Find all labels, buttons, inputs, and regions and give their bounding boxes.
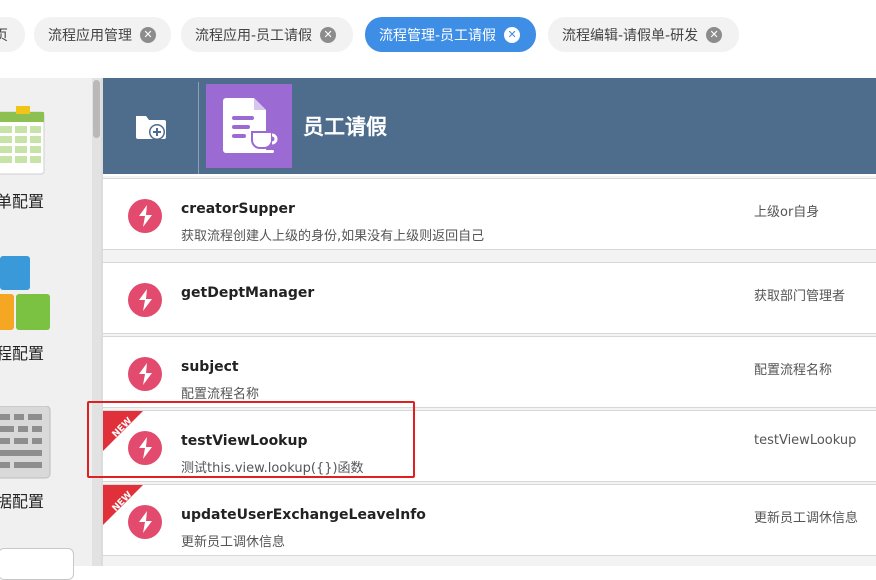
function-name: testViewLookup bbox=[181, 433, 308, 449]
tab-label: 流程编辑-请假单-研发 bbox=[562, 27, 699, 44]
sidebar-scrollbar[interactable] bbox=[92, 78, 101, 566]
keyboard-icon bbox=[0, 406, 51, 479]
tab-label: 流程管理-员工请假 bbox=[379, 27, 497, 44]
function-icon bbox=[128, 199, 162, 233]
function-label: testViewLookup bbox=[754, 433, 857, 448]
sidebar-item-form-config[interactable]: 单配置 bbox=[0, 98, 92, 218]
function-icon bbox=[128, 357, 162, 391]
blocks-icon bbox=[0, 256, 50, 330]
close-icon[interactable]: ✕ bbox=[320, 26, 337, 43]
function-label: 获取部门管理者 bbox=[754, 289, 846, 304]
function-list: creatorSupper 获取流程创建人上级的身份,如果没有上级则返回自己 上… bbox=[103, 176, 876, 566]
list-item[interactable]: NEW testViewLookup 测试this.view.lookup({}… bbox=[103, 410, 876, 482]
function-name: subject bbox=[181, 359, 239, 375]
close-icon[interactable]: ✕ bbox=[706, 26, 723, 43]
tab-label: 流程应用管理 bbox=[48, 27, 132, 44]
config-sidebar: 单配置 程配置 据配置 bbox=[0, 78, 92, 580]
header-separator bbox=[198, 82, 199, 174]
sidebar-item-process-config[interactable]: 程配置 bbox=[0, 248, 92, 368]
spreadsheet-icon bbox=[0, 106, 45, 175]
sidebar-card-partial[interactable] bbox=[0, 548, 74, 580]
close-icon[interactable]: ✕ bbox=[140, 26, 156, 43]
list-item[interactable]: NEW updateUserExchangeLeaveInfo 更新员工调休信息… bbox=[103, 484, 876, 556]
tab-process-app-management[interactable]: 流程应用管理 ✕ bbox=[34, 17, 171, 52]
function-label: 更新员工调休信息 bbox=[754, 511, 859, 526]
function-icon bbox=[128, 505, 162, 539]
scrollbar-thumb[interactable] bbox=[93, 80, 100, 138]
sidebar-item-label: 单配置 bbox=[0, 192, 45, 211]
function-description: 更新员工调休信息 bbox=[181, 535, 286, 550]
page-title: 员工请假 bbox=[303, 115, 387, 139]
function-label: 配置流程名称 bbox=[754, 363, 833, 378]
function-name: creatorSupper bbox=[181, 201, 295, 217]
add-folder-icon[interactable] bbox=[133, 108, 169, 144]
tab-bar: 页 流程应用管理 ✕ 流程应用-员工请假 ✕ 流程管理-员工请假 ✕ 流程编辑-… bbox=[0, 0, 876, 70]
close-icon[interactable]: ✕ bbox=[504, 26, 521, 43]
sidebar-item-label: 程配置 bbox=[0, 344, 45, 363]
tab-home[interactable]: 页 bbox=[0, 17, 25, 52]
tab-process-edit-leave-form[interactable]: 流程编辑-请假单-研发 ✕ bbox=[548, 17, 739, 52]
sidebar-item-label: 据配置 bbox=[0, 492, 45, 511]
list-item[interactable]: subject 配置流程名称 配置流程名称 bbox=[103, 336, 876, 408]
tab-process-management-leave[interactable]: 流程管理-员工请假 ✕ bbox=[365, 17, 536, 52]
function-description: 获取流程创建人上级的身份,如果没有上级则返回自己 bbox=[181, 229, 485, 244]
function-label: 上级or自身 bbox=[754, 205, 820, 220]
function-name: getDeptManager bbox=[181, 285, 315, 301]
function-description: 配置流程名称 bbox=[181, 387, 260, 402]
list-item[interactable]: creatorSupper 获取流程创建人上级的身份,如果没有上级则返回自己 上… bbox=[103, 178, 876, 250]
tab-process-app-leave[interactable]: 流程应用-员工请假 ✕ bbox=[181, 17, 353, 52]
function-description: 测试this.view.lookup({})函数 bbox=[181, 461, 364, 476]
function-icon bbox=[128, 283, 162, 317]
app-icon bbox=[206, 84, 292, 168]
list-item[interactable]: getDeptManager 获取部门管理者 bbox=[103, 262, 876, 334]
function-name: updateUserExchangeLeaveInfo bbox=[181, 507, 426, 523]
tab-label: 流程应用-员工请假 bbox=[195, 27, 313, 44]
tab-label: 页 bbox=[0, 27, 8, 44]
process-header: 员工请假 bbox=[103, 78, 876, 174]
document-cup-icon bbox=[223, 98, 278, 153]
function-icon bbox=[128, 431, 162, 465]
sidebar-item-data-config[interactable]: 据配置 bbox=[0, 398, 92, 518]
